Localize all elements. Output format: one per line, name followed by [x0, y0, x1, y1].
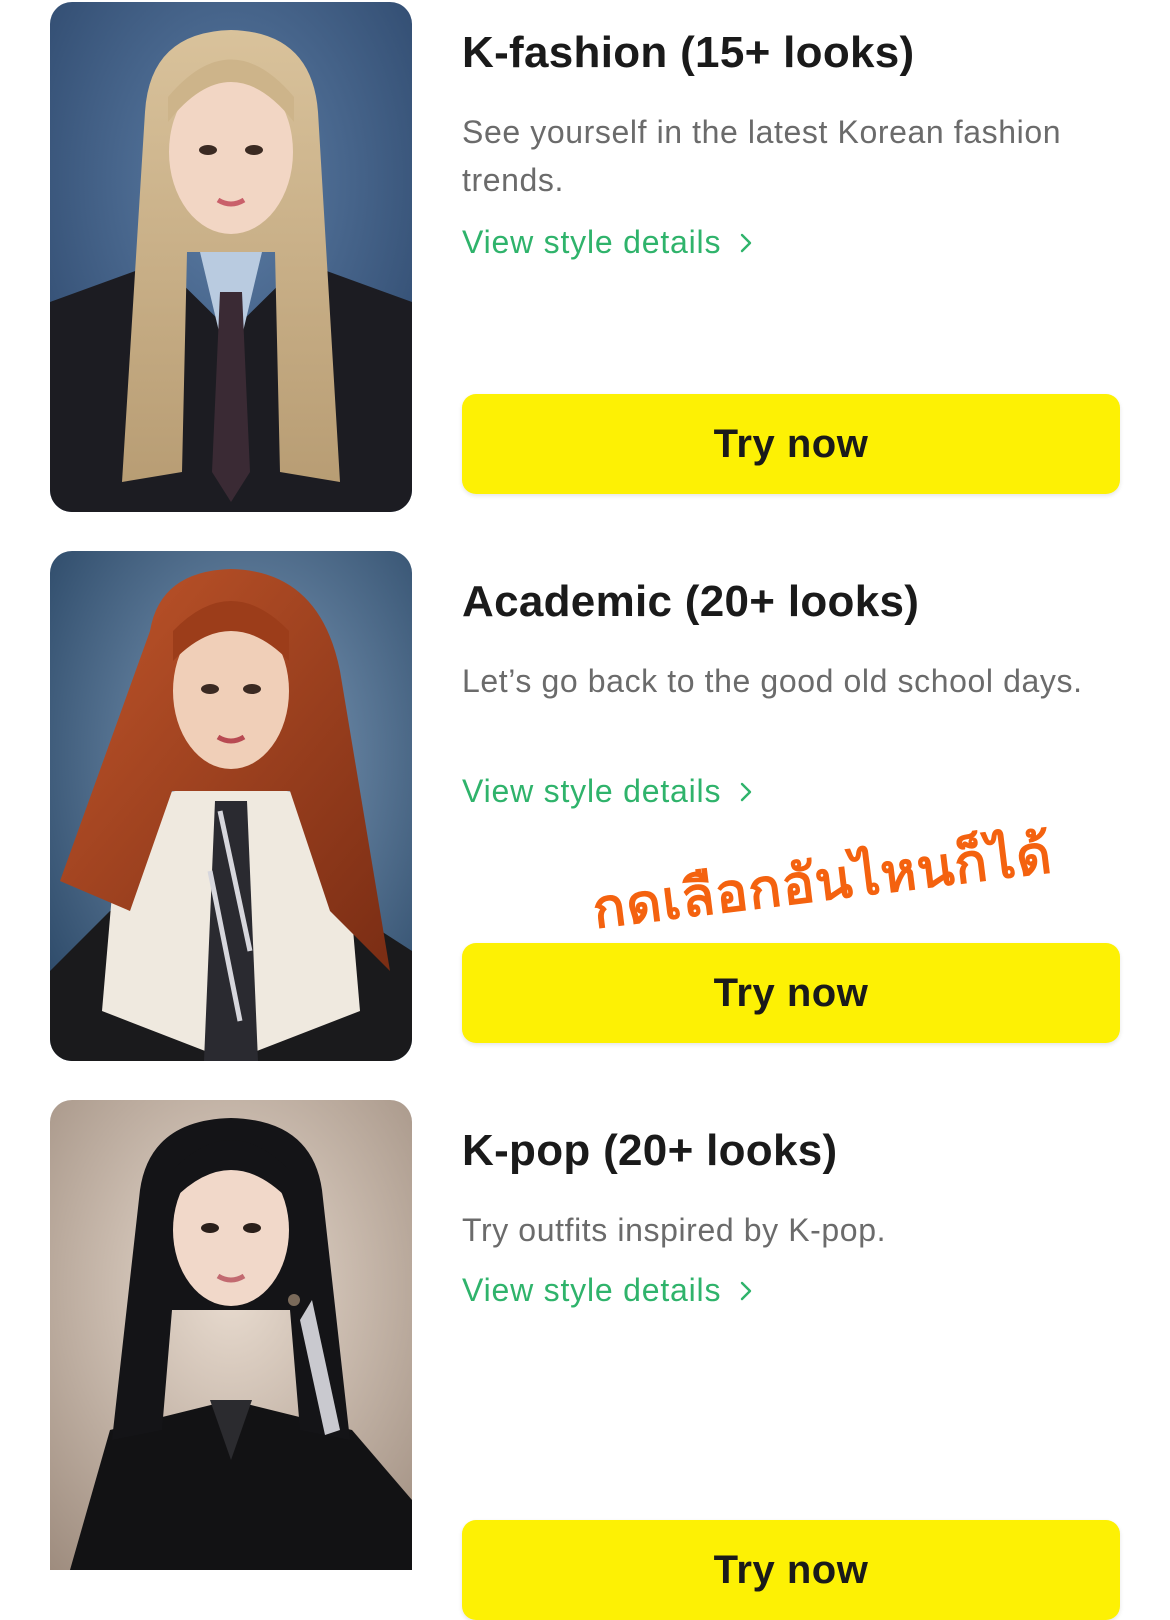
academic-preview-image[interactable] — [50, 551, 412, 1061]
style-description: Let’s go back to the good old school day… — [462, 663, 1083, 699]
style-description: Try outfits inspired by K-pop. — [462, 1212, 887, 1248]
k-pop-preview-image[interactable] — [50, 1100, 412, 1570]
try-now-button[interactable]: Try now — [462, 943, 1120, 1043]
k-pop-info: K-pop (20+ looks) Try outfits inspired b… — [462, 1100, 1120, 1620]
k-fashion-info: K-fashion (15+ looks) See yourself in th… — [462, 2, 1120, 514]
view-style-details-label: View style details — [462, 773, 722, 809]
view-style-details-link[interactable]: View style details — [462, 773, 757, 810]
view-style-details-label: View style details — [462, 224, 722, 260]
style-card-academic[interactable]: Academic (20+ looks) Let’s go back to th… — [50, 551, 1120, 1063]
style-card-k-fashion[interactable]: K-fashion (15+ looks) See yourself in th… — [50, 2, 1120, 514]
chevron-right-icon — [741, 782, 752, 801]
style-title: Academic (20+ looks) — [462, 577, 920, 626]
style-description: See yourself in the latest Korean fashio… — [462, 114, 1062, 198]
try-now-button[interactable]: Try now — [462, 1520, 1120, 1620]
k-fashion-preview-image[interactable] — [50, 2, 412, 512]
view-style-details-link[interactable]: View style details — [462, 1272, 757, 1309]
try-now-button[interactable]: Try now — [462, 394, 1120, 494]
view-style-details-link[interactable]: View style details — [462, 224, 757, 261]
style-title: K-fashion (15+ looks) — [462, 28, 915, 77]
chevron-right-icon — [741, 233, 752, 252]
style-card-k-pop[interactable]: K-pop (20+ looks) Try outfits inspired b… — [50, 1100, 1120, 1620]
academic-info: Academic (20+ looks) Let’s go back to th… — [462, 551, 1120, 1063]
chevron-right-icon — [741, 1281, 752, 1300]
view-style-details-label: View style details — [462, 1272, 722, 1308]
style-title: K-pop (20+ looks) — [462, 1126, 838, 1175]
